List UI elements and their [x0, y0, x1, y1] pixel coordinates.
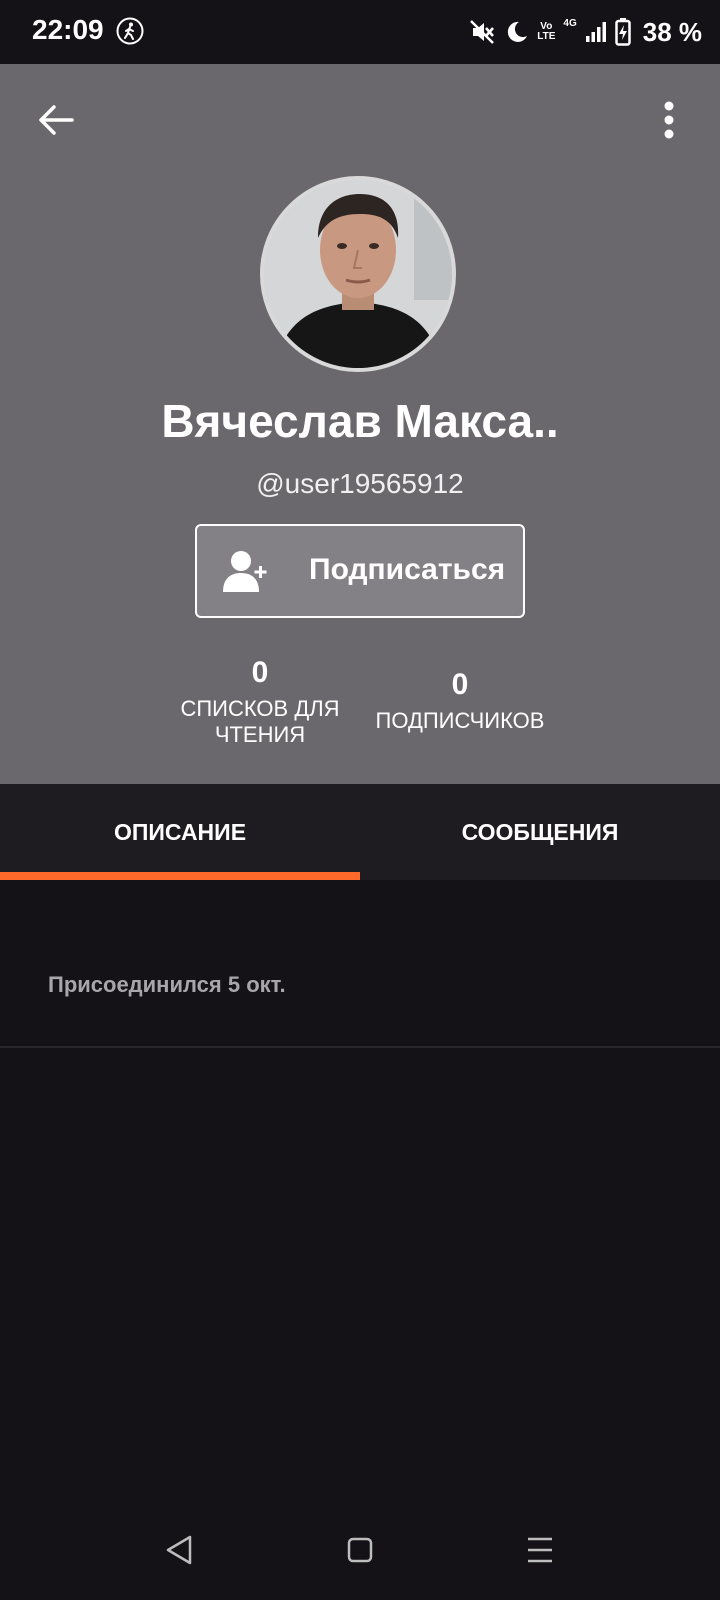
square-home-icon[interactable] [342, 1532, 378, 1568]
tab-active-indicator [0, 872, 360, 880]
battery-charging-icon [614, 18, 631, 46]
profile-username: @user19565912 [256, 468, 464, 499]
moon-icon [508, 21, 528, 42]
stat-followers-label: ПОДПИСЧИКОВ [375, 708, 545, 733]
stat-reading-lists-label-line2: ЧТЕНИЯ [214, 722, 306, 747]
stat-reading-lists-value: 0 [251, 656, 269, 689]
add-user-icon [223, 551, 267, 592]
status-time: 22:09 [32, 14, 104, 45]
follow-button[interactable]: Подписаться [195, 524, 525, 618]
follow-button-label: Подписаться [309, 553, 506, 586]
tab-messages-label: СООБЩЕНИЯ [461, 818, 619, 845]
divider [0, 1046, 720, 1048]
avatar[interactable] [260, 176, 456, 372]
tab-messages[interactable]: СООБЩЕНИЯ [360, 784, 720, 880]
network-type: 4G [563, 18, 577, 29]
avatar-photo [264, 180, 452, 368]
tab-description[interactable]: ОПИСАНИЕ [0, 784, 360, 880]
stat-reading-lists-label: СПИСКОВ ДЛЯ ЧТЕНИЯ [170, 696, 350, 748]
signal-icon [585, 22, 606, 42]
profile-name: Вячеслав Макса.. [161, 395, 559, 447]
joined-date: Присоединился 5 окт. [48, 972, 286, 997]
status-bar: 22:09 Vo LTE 4G 38 % [0, 0, 720, 64]
battery-percent: 38 % [642, 16, 702, 47]
arrow-left-icon[interactable] [34, 98, 78, 142]
walking-icon [116, 17, 144, 45]
volte-bottom: LTE [537, 31, 556, 42]
mute-icon [470, 20, 495, 44]
system-nav-bar [0, 1500, 720, 1600]
tab-description-label: ОПИСАНИЕ [113, 818, 247, 845]
profile-header: Вячеслав Макса.. @user19565912 Подписать… [0, 64, 720, 784]
profile-tabs: ОПИСАНИЕ СООБЩЕНИЯ [0, 784, 720, 880]
stat-followers[interactable]: 0 ПОДПИСЧИКОВ [365, 668, 555, 734]
hamburger-menu-icon[interactable] [522, 1532, 558, 1568]
stat-followers-value: 0 [451, 668, 469, 701]
stat-reading-lists-label-line1: СПИСКОВ ДЛЯ [180, 696, 340, 721]
status-icons: Vo LTE 4G 38 % [469, 14, 702, 50]
volte-indicator: Vo LTE [537, 22, 555, 42]
stat-reading-lists[interactable]: 0 СПИСКОВ ДЛЯ ЧТЕНИЯ [170, 656, 350, 748]
triangle-back-icon[interactable] [162, 1532, 198, 1568]
more-vertical-icon[interactable] [654, 100, 684, 140]
